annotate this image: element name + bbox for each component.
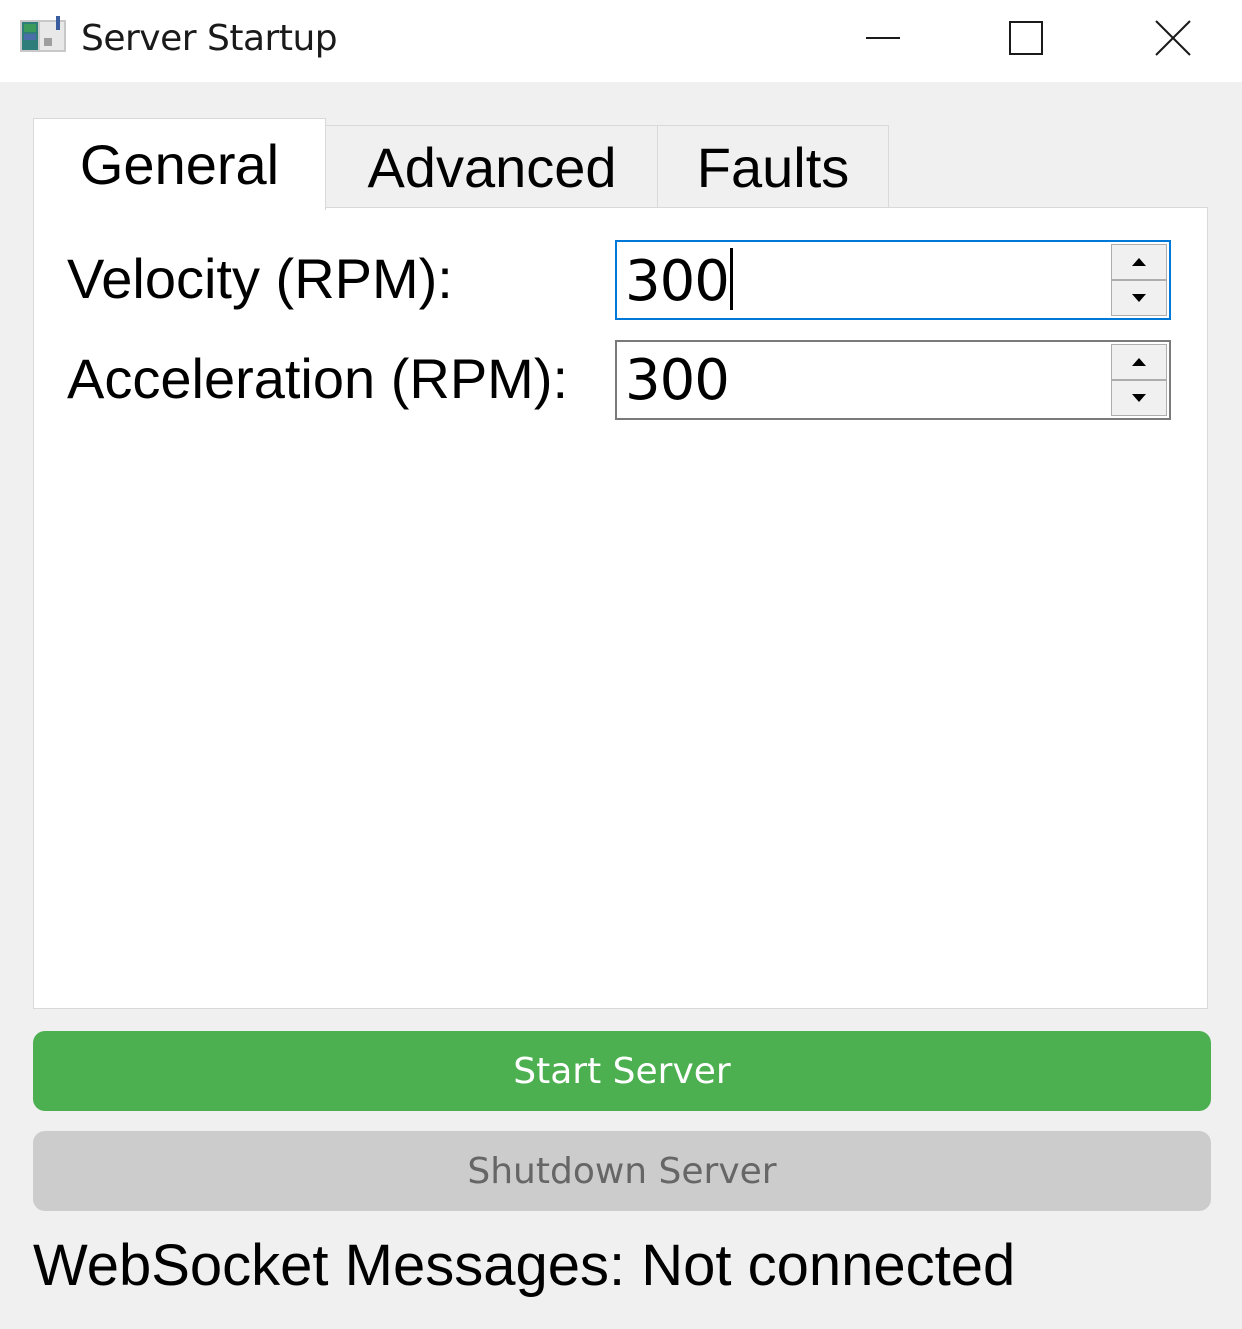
velocity-increment-button[interactable] — [1111, 244, 1167, 280]
acceleration-spin-buttons — [1111, 344, 1167, 416]
app-icon — [20, 16, 66, 54]
velocity-spinbox[interactable]: 300 — [615, 240, 1171, 320]
maximize-icon — [1009, 21, 1043, 55]
close-button[interactable] — [1100, 0, 1242, 76]
velocity-input[interactable]: 300 — [625, 248, 733, 314]
shutdown-server-button[interactable]: Shutdown Server — [33, 1131, 1211, 1211]
shutdown-server-label: Shutdown Server — [467, 1150, 777, 1192]
minimize-button[interactable] — [810, 0, 956, 76]
websocket-status-text: WebSocket Messages: Not connected — [33, 1233, 1016, 1298]
tab-advanced-label: Advanced — [367, 135, 617, 199]
velocity-label: Velocity (RPM): — [67, 247, 453, 310]
start-server-button[interactable]: Start Server — [33, 1031, 1211, 1111]
velocity-decrement-button[interactable] — [1111, 280, 1167, 316]
arrow-up-icon — [1132, 358, 1146, 366]
tab-faults[interactable]: Faults — [657, 125, 889, 208]
arrow-down-icon — [1132, 394, 1146, 402]
general-tab-panel: Velocity (RPM): 300 Acceleration (RPM): … — [33, 207, 1208, 1009]
title-bar: Server Startup — [0, 0, 1242, 82]
start-server-label: Start Server — [513, 1050, 731, 1092]
window-title: Server Startup — [81, 18, 338, 59]
velocity-spin-buttons — [1111, 244, 1167, 316]
acceleration-increment-button[interactable] — [1111, 344, 1167, 380]
acceleration-label: Acceleration (RPM): — [67, 347, 569, 410]
acceleration-spinbox[interactable]: 300 — [615, 340, 1171, 420]
acceleration-decrement-button[interactable] — [1111, 380, 1167, 416]
text-caret — [729, 248, 733, 310]
acceleration-value: 300 — [625, 348, 730, 413]
maximize-button[interactable] — [953, 0, 1099, 76]
tab-advanced[interactable]: Advanced — [325, 125, 659, 208]
velocity-value: 300 — [625, 249, 730, 314]
server-startup-window: Server Startup General Advanced Faults V… — [0, 0, 1242, 1329]
minimize-icon — [866, 37, 900, 39]
arrow-down-icon — [1132, 294, 1146, 302]
tab-faults-label: Faults — [696, 135, 850, 199]
acceleration-input[interactable]: 300 — [625, 348, 730, 413]
arrow-up-icon — [1132, 258, 1146, 266]
close-icon — [1155, 20, 1191, 56]
tab-general-label: General — [79, 133, 280, 196]
tab-general[interactable]: General — [33, 118, 326, 210]
